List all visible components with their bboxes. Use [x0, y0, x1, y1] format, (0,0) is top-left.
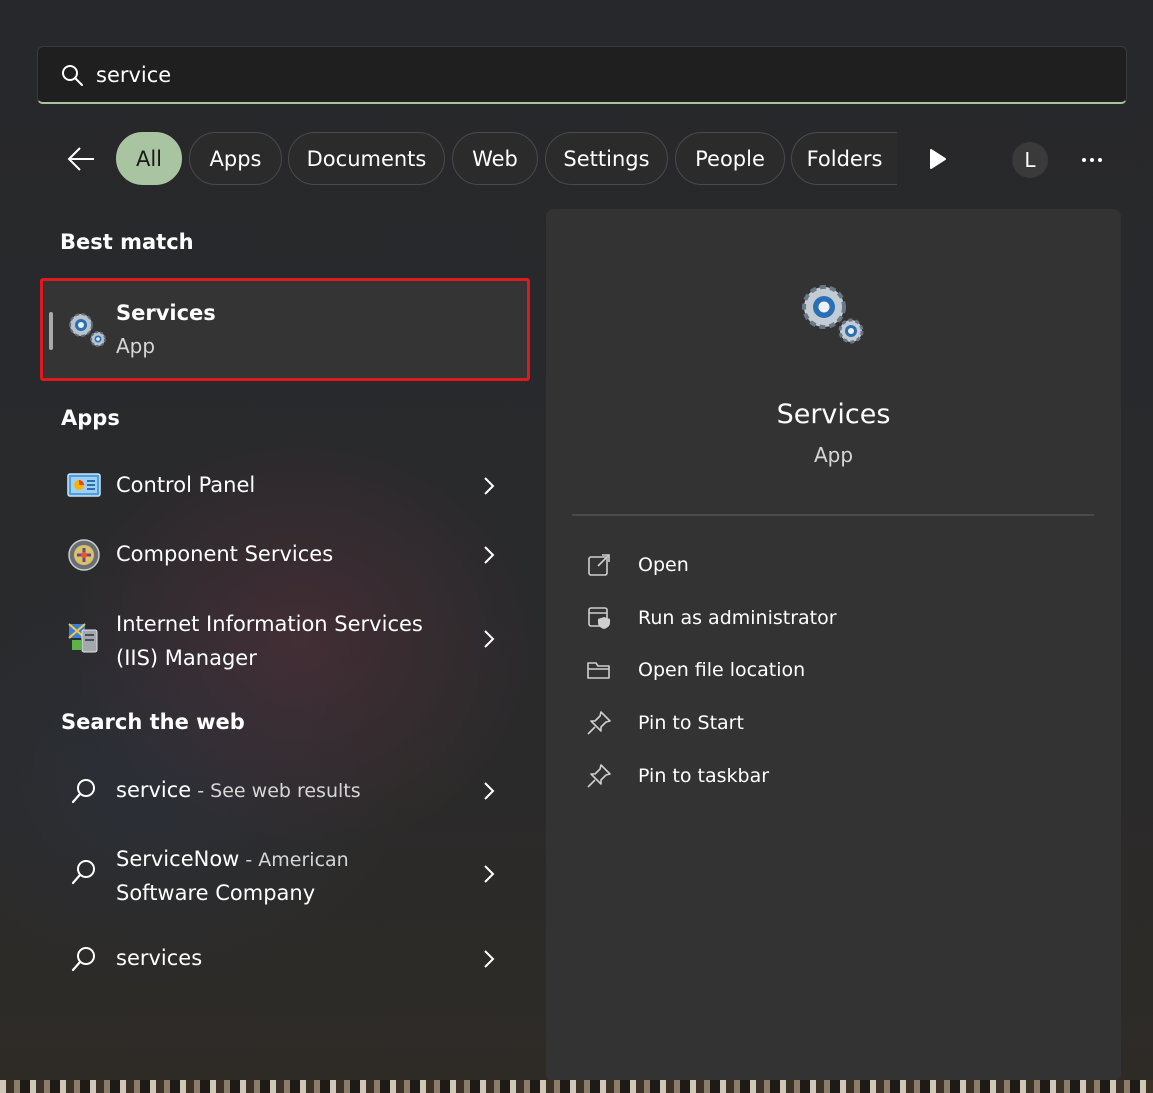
desktop-background — [0, 1080, 1153, 1093]
services-gears-icon — [802, 285, 864, 344]
tab-web[interactable]: Web — [452, 132, 538, 185]
tab-folders[interactable]: Folders — [791, 132, 897, 185]
search-icon — [71, 860, 95, 885]
chevron-right-icon — [484, 865, 495, 883]
action-label: Open — [638, 554, 689, 576]
pin-icon — [587, 711, 611, 735]
best-match-heading: Best match — [60, 230, 194, 254]
app-name: Control Panel — [116, 473, 256, 497]
app-name-line1: Internet Information Services — [116, 612, 423, 636]
search-icon — [62, 64, 83, 86]
tab-documents[interactable]: Documents — [288, 132, 445, 185]
tab-settings[interactable]: Settings — [545, 132, 668, 185]
detail-pane: Services App Open Run as administrator O… — [546, 209, 1121, 1082]
chevron-right-icon — [484, 477, 495, 495]
action-open-file-location[interactable]: Open file location — [586, 650, 1086, 690]
web-result-text: services — [116, 946, 203, 970]
app-name-line2: (IIS) Manager — [116, 646, 257, 670]
list-item-web-service[interactable]: service - See web results — [48, 772, 518, 812]
shield-admin-icon — [588, 607, 610, 629]
open-external-icon — [588, 554, 610, 576]
action-label: Run as administrator — [638, 607, 837, 629]
list-item-web-services[interactable]: services — [48, 940, 518, 980]
start-search-panel: All Apps Documents Web Settings People F… — [0, 0, 1153, 1082]
selection-indicator — [49, 312, 53, 350]
back-arrow-icon[interactable] — [64, 142, 98, 176]
services-gears-icon — [69, 313, 106, 347]
best-match-services[interactable]: Services App — [40, 278, 530, 381]
iis-manager-icon — [68, 623, 98, 653]
chevron-right-icon — [484, 546, 495, 564]
tab-all[interactable]: All — [116, 132, 182, 185]
tab-apps[interactable]: Apps — [189, 132, 282, 185]
action-pin-to-start[interactable]: Pin to Start — [586, 703, 1086, 743]
control-panel-icon — [67, 473, 101, 497]
action-label: Open file location — [638, 659, 806, 681]
search-icon — [71, 947, 95, 972]
best-match-name: Services — [116, 301, 216, 325]
search-input[interactable] — [96, 62, 1126, 87]
action-label: Pin to taskbar — [638, 765, 770, 787]
chevron-right-icon — [484, 630, 495, 648]
more-options-icon[interactable] — [1076, 146, 1108, 174]
divider — [572, 514, 1094, 516]
search-icon — [71, 779, 95, 804]
action-run-as-admin[interactable]: Run as administrator — [586, 598, 1086, 638]
web-result-subtitle: Software Company — [116, 881, 316, 905]
action-open[interactable]: Open — [586, 545, 1086, 585]
chevron-right-icon — [484, 782, 495, 800]
best-match-type: App — [116, 334, 156, 358]
component-services-icon — [68, 539, 100, 571]
chevron-right-icon — [484, 950, 495, 968]
scroll-right-icon[interactable] — [924, 146, 950, 172]
filter-bar: All Apps Documents Web Settings People F… — [0, 132, 1153, 188]
folder-icon — [587, 662, 610, 679]
list-item-iis-manager[interactable]: Internet Information Services (IIS) Mana… — [48, 606, 518, 676]
list-item-component-services[interactable]: Component Services — [48, 535, 518, 575]
action-pin-to-taskbar[interactable]: Pin to taskbar — [586, 756, 1086, 796]
action-label: Pin to Start — [638, 712, 744, 734]
pin-icon — [587, 764, 611, 788]
tab-people[interactable]: People — [675, 132, 785, 185]
list-item-control-panel[interactable]: Control Panel — [48, 466, 518, 506]
detail-app-name: Services — [776, 399, 891, 430]
web-result-text: ServiceNow - American — [116, 847, 349, 871]
list-item-web-servicenow[interactable]: ServiceNow - American Software Company — [48, 841, 518, 911]
app-name: Component Services — [116, 542, 334, 566]
avatar[interactable]: L — [1012, 142, 1048, 178]
detail-app-type: App — [813, 443, 854, 467]
web-result-text: service - See web results — [116, 778, 361, 802]
search-web-heading: Search the web — [61, 710, 245, 734]
apps-heading: Apps — [61, 406, 120, 430]
search-box[interactable] — [37, 46, 1127, 104]
